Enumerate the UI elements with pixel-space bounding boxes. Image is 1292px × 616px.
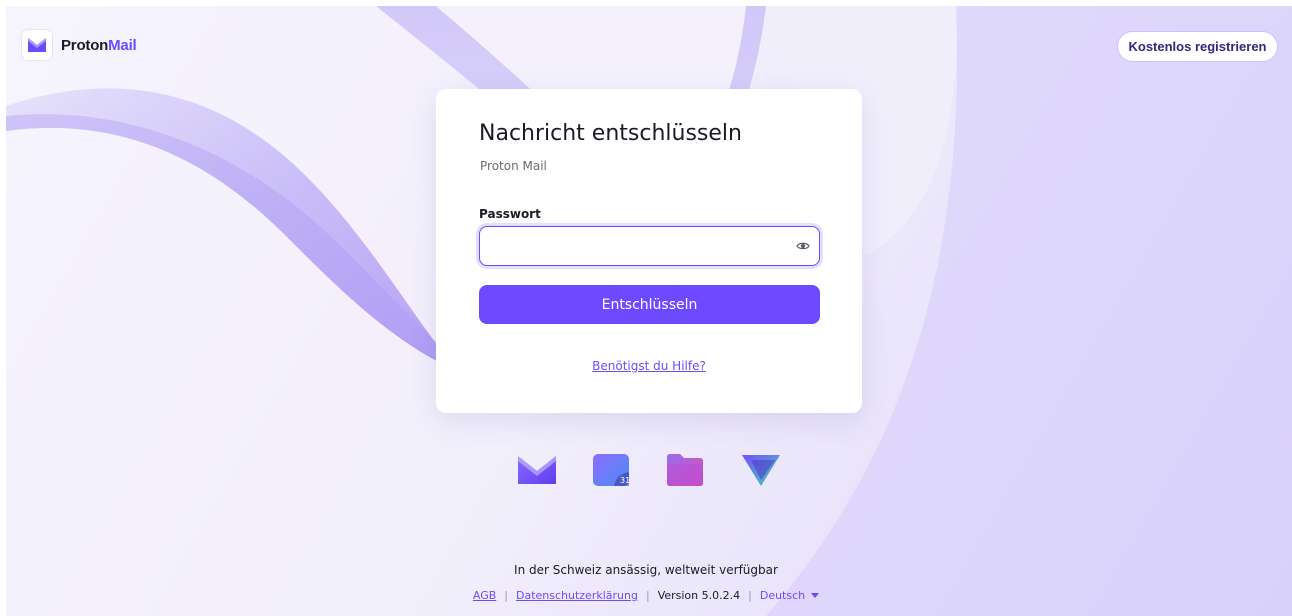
show-password-icon[interactable] xyxy=(796,239,810,253)
decrypt-button[interactable]: Entschlüsseln xyxy=(479,285,820,324)
footer-divider: | xyxy=(748,589,752,602)
calendar-badge: 31 xyxy=(620,476,630,485)
footer-tagline: In der Schweiz ansässig, weltweit verfüg… xyxy=(514,563,778,577)
terms-link[interactable]: AGB xyxy=(473,589,496,602)
proton-vpn-icon[interactable] xyxy=(741,452,781,488)
privacy-link[interactable]: Datenschutzerklärung xyxy=(516,589,638,602)
chevron-down-icon xyxy=(811,593,820,598)
proton-mail-icon[interactable] xyxy=(517,452,557,488)
logo-wordmark: ProtonMail xyxy=(61,37,137,54)
logo-product: Mail xyxy=(108,36,137,54)
page-subtitle: Proton Mail xyxy=(480,159,547,173)
version-text: Version 5.0.2.4 xyxy=(657,589,741,602)
proton-mail-logo[interactable]: ProtonMail xyxy=(21,29,137,61)
password-field-wrapper xyxy=(479,226,820,266)
help-link[interactable]: Benötigst du Hilfe? xyxy=(436,359,862,373)
proton-apps-row: 31 xyxy=(0,452,1292,488)
footer-links: AGB | Datenschutzerklärung | Version 5.0… xyxy=(0,589,1292,602)
page-title: Nachricht entschlüsseln xyxy=(479,121,742,146)
proton-calendar-icon[interactable]: 31 xyxy=(592,452,632,488)
decrypt-card: Nachricht entschlüsseln Proton Mail Pass… xyxy=(436,89,862,413)
language-label: Deutsch xyxy=(759,589,806,602)
password-input[interactable] xyxy=(490,227,794,265)
footer-divider: | xyxy=(504,589,508,602)
proton-mail-logo-icon xyxy=(21,29,53,61)
password-label: Passwort xyxy=(479,207,541,221)
footer-divider: | xyxy=(645,589,650,602)
proton-drive-icon[interactable] xyxy=(666,452,706,488)
language-selector[interactable]: Deutsch xyxy=(759,589,820,602)
logo-word: Proton xyxy=(61,36,109,54)
register-button[interactable]: Kostenlos registrieren xyxy=(1117,31,1278,62)
